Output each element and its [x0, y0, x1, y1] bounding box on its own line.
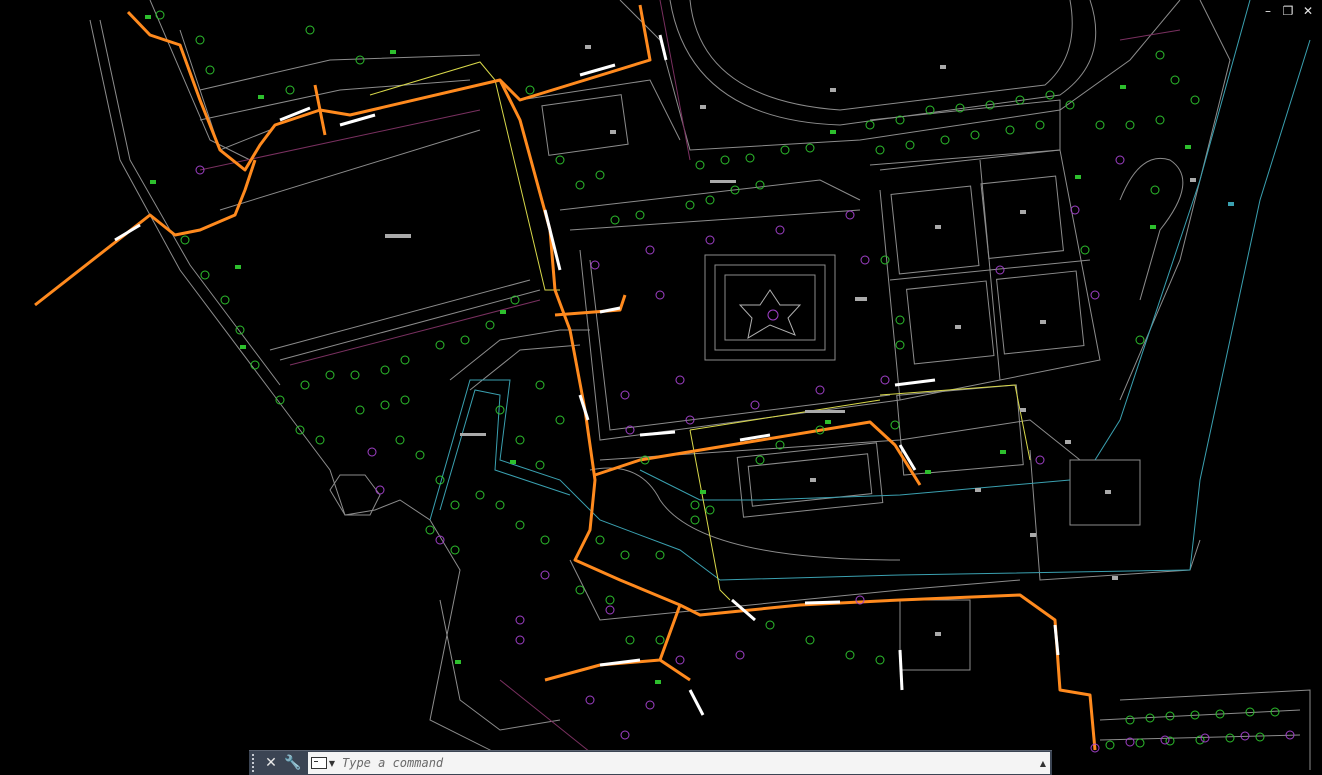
command-line-bar: ✕ 🔧 ▼ ▲ — [249, 750, 1052, 775]
command-field: ▼ ▲ — [308, 752, 1050, 774]
window-controls: – ❐ ✕ — [1260, 3, 1316, 19]
route-path — [34, 4, 1097, 751]
close-command-line-icon[interactable]: ✕ — [260, 751, 282, 775]
drawing-viewport[interactable]: – ❐ ✕ ✕ 🔧 ▼ ▲ — [0, 0, 1322, 775]
close-button[interactable]: ✕ — [1300, 3, 1316, 19]
command-prompt-icon — [310, 757, 327, 769]
drag-handle[interactable] — [249, 751, 260, 775]
history-up-icon[interactable]: ▲ — [1036, 759, 1050, 768]
restore-button[interactable]: ❐ — [1280, 3, 1296, 19]
cyan-marker — [1228, 202, 1234, 206]
caret-down-icon: ▼ — [328, 758, 336, 768]
command-input[interactable] — [338, 753, 1036, 773]
recent-commands-button[interactable]: ▼ — [308, 753, 338, 773]
star-feature — [738, 289, 802, 340]
site-linework — [89, 0, 1311, 771]
highlight-segments — [114, 34, 1060, 716]
wrench-icon[interactable]: 🔧 — [282, 751, 304, 775]
boundary-line — [369, 61, 1031, 601]
cad-drawing[interactable] — [0, 0, 1322, 775]
tree-symbols — [155, 10, 1280, 750]
minimize-button[interactable]: – — [1260, 3, 1276, 19]
purple-symbols — [195, 155, 1295, 753]
